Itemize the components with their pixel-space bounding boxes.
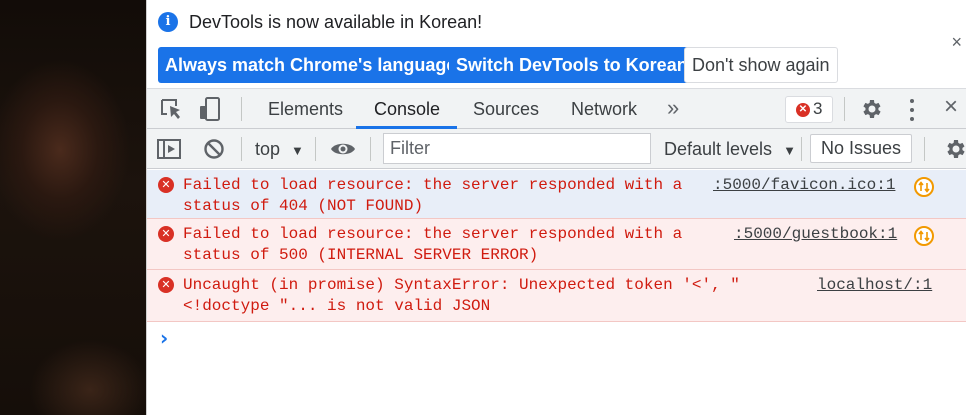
message-source-link[interactable]: localhost/:1 [817,275,932,296]
tab-network[interactable]: Network [571,89,637,129]
toolbar-divider [241,137,242,161]
tab-elements[interactable]: Elements [268,89,343,129]
filter-input[interactable] [383,133,651,164]
inspect-element-icon[interactable] [159,97,185,121]
main-tab-bar: Elements Console Sources Network » ✕ 3 × [147,88,966,129]
chevron-down-icon: ▼ [783,143,796,158]
console-messages: ✕ Failed to load resource: the server re… [147,170,966,322]
message-text: Failed to load resource: the server resp… [183,225,683,264]
message-source-link[interactable]: :5000/favicon.ico:1 [713,175,895,196]
console-message[interactable]: ✕ Failed to load resource: the server re… [147,219,966,270]
background-window [0,0,146,415]
error-icon: ✕ [796,103,810,117]
toolbar-divider [801,137,802,161]
language-infobar: i DevTools is now available in Korean! ×… [147,0,966,88]
error-count-badge[interactable]: ✕ 3 [785,96,833,123]
infobar-message: DevTools is now available in Korean! [189,12,483,32]
console-prompt[interactable]: › [147,324,966,354]
eye-icon[interactable] [330,137,356,161]
info-icon: i [158,12,178,32]
error-icon: ✕ [158,277,174,293]
toolbar-divider [924,137,925,161]
request-initiator-icon[interactable] [914,177,934,197]
request-initiator-icon[interactable] [914,226,934,246]
log-levels-label: Default levels [664,139,773,159]
dont-show-again-button[interactable]: Don't show again [684,47,838,83]
context-label: top [255,139,281,159]
issues-button[interactable]: No Issues [810,134,913,163]
message-text: Uncaught (in promise) SyntaxError: Unexp… [183,276,740,315]
message-source-link[interactable]: :5000/guestbook:1 [734,224,897,245]
message-text: Failed to load resource: the server resp… [183,176,683,215]
clear-console-icon[interactable] [201,137,227,161]
gear-icon[interactable] [858,97,884,121]
error-count: 3 [813,99,823,118]
toolbar-divider [370,137,371,161]
device-toolbar-icon[interactable] [197,97,223,121]
error-icon: ✕ [158,226,174,242]
tab-sources[interactable]: Sources [473,89,539,129]
sidebar-toggle-icon[interactable] [156,137,182,161]
switch-to-korean-button[interactable]: Switch DevTools to Korean [449,47,695,83]
toolbar-divider [241,97,242,121]
log-levels-dropdown[interactable]: Default levels ▼ [664,129,796,169]
infobar-close-button[interactable]: × [951,32,962,53]
error-icon: ✕ [158,177,174,193]
context-selector[interactable]: top ▼ [255,129,304,169]
chevron-down-icon: ▼ [291,143,304,158]
more-tabs-button[interactable]: » [667,89,679,129]
always-match-language-button[interactable]: Always match Chrome's language [158,47,464,83]
tab-console[interactable]: Console [374,89,440,129]
prompt-chevron-icon: › [160,326,169,350]
toolbar-divider [844,97,845,121]
devtools-panel: i DevTools is now available in Korean! ×… [146,0,966,415]
console-message[interactable]: ✕ Failed to load resource: the server re… [147,170,966,219]
toolbar-divider [315,137,316,161]
close-devtools-button[interactable]: × [944,93,958,121]
more-options-icon[interactable] [908,99,916,121]
console-settings-gear-icon[interactable] [942,137,966,161]
console-message[interactable]: ✕ Uncaught (in promise) SyntaxError: Une… [147,270,966,322]
console-toolbar: top ▼ Default levels ▼ No Issues [147,129,966,169]
